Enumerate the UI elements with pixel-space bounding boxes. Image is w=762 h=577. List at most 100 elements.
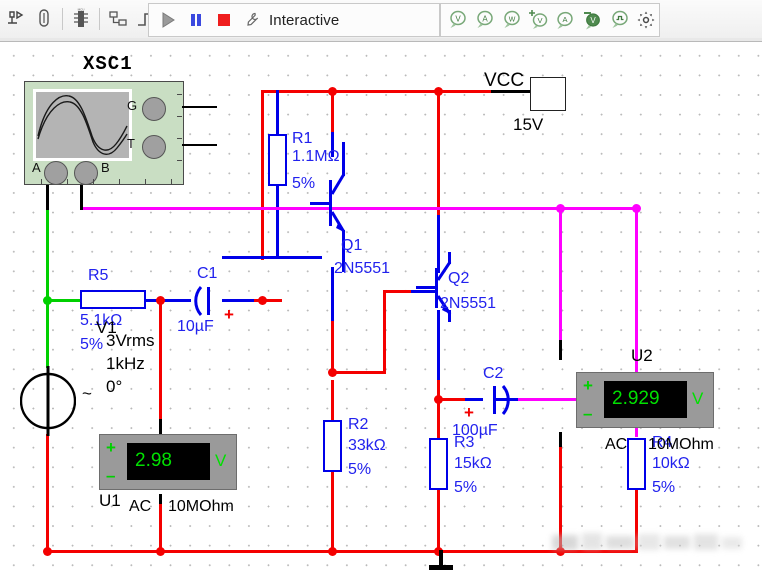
wire-vcc-drop-q2 [437, 90, 440, 215]
vcc-value-label: 15V [513, 116, 543, 134]
wire-r1-top [276, 90, 279, 136]
svg-text:V: V [456, 15, 462, 24]
schematic-canvas[interactable]: XSC1 G T A B [0, 42, 762, 577]
voltmeter-u1-value: 2.98 [135, 450, 172, 472]
voltmeter-u1-mode: AC [129, 498, 151, 515]
place-hierarchical-block-icon[interactable] [105, 4, 131, 34]
voltmeter-u2-impedance: 10MOhm [648, 436, 714, 453]
toolbar-divider [62, 8, 63, 30]
place-ic-icon[interactable]: MCU [68, 4, 94, 34]
resistor-r2-symbol[interactable] [323, 420, 342, 472]
capacitor-c2-symbol[interactable] [481, 384, 513, 416]
wire-vcc-to-r1 [261, 90, 264, 260]
resistor-r4-tolerance: 5% [652, 479, 675, 496]
resistor-r2-ref: R2 [348, 416, 368, 433]
wire-r2-to-gnd [331, 472, 334, 552]
node-source-junction [43, 296, 52, 305]
wire-q1-emitter-red [331, 321, 334, 374]
resistor-r4-symbol[interactable] [627, 438, 646, 490]
voltmeter-u1-impedance: 10MOhm [168, 498, 234, 515]
resistor-r5-ref: R5 [88, 267, 108, 284]
oscilloscope-terminal-t-label: T [127, 136, 135, 151]
place-probe-icon[interactable] [31, 4, 57, 34]
toolbar-divider-2 [99, 8, 100, 30]
node-u1-tap [156, 296, 165, 305]
capacitor-c1-value: 10µF [177, 318, 214, 335]
pause-simulation-icon[interactable] [183, 5, 209, 35]
source-v1-symbol[interactable] [20, 366, 76, 436]
oscilloscope-terminal-g[interactable] [142, 97, 166, 121]
resistor-r4-value: 10kΩ [652, 455, 690, 472]
wire-r5-to-c1 [145, 299, 191, 302]
voltmeter-u1-ref: U1 [99, 492, 121, 510]
node-q2-emitter [434, 395, 443, 404]
resistor-r3-value: 15kΩ [454, 455, 492, 472]
capacitor-c1-symbol[interactable] [191, 285, 223, 317]
resistor-r5-symbol[interactable] [80, 290, 146, 309]
place-component-icon[interactable] [3, 4, 29, 34]
node-vcc-q1 [328, 87, 337, 96]
resistor-r3-symbol[interactable] [429, 438, 448, 490]
resistor-r3-ref: R3 [454, 434, 474, 451]
wire-r1-base-join [276, 256, 279, 259]
node-vcc-q2 [434, 87, 443, 96]
probe-settings-gear-icon[interactable] [633, 5, 658, 35]
toolbar-place-group: MCU [2, 0, 160, 38]
resistor-r1-symbol[interactable] [268, 134, 287, 186]
interactive-settings-icon[interactable] [239, 5, 265, 35]
voltmeter-u2-ref: U2 [631, 347, 653, 365]
run-simulation-icon[interactable] [155, 5, 181, 35]
voltmeter-u2[interactable]: + – 2.929 V [576, 372, 714, 428]
source-v1-frequency: 1kHz [106, 355, 145, 373]
svg-text:V: V [538, 16, 543, 25]
oscilloscope-terminal-g-label: G [127, 98, 137, 113]
transistor-q1-model: 2N5551 [334, 260, 390, 277]
source-v1-amplitude: 3Vrms [106, 332, 155, 350]
wire-source-to-gnd [46, 434, 49, 552]
stop-simulation-icon[interactable] [211, 5, 237, 35]
wire-source-top [46, 300, 49, 368]
voltmeter-u2-screen: 2.929 [604, 381, 687, 418]
capacitor-c2-ref: C2 [483, 365, 503, 382]
wire-emitter-to-q2base-h [331, 371, 385, 374]
power-probe-icon[interactable]: W [499, 5, 524, 35]
wire-vcc-rail [261, 90, 491, 93]
voltmeter-u1-screen: 2.98 [127, 443, 210, 480]
oscilloscope-terminal-t[interactable] [142, 135, 166, 159]
voltmeter-u2-value: 2.929 [612, 388, 660, 410]
wire-r2-top [331, 380, 334, 422]
digital-probe-icon[interactable] [606, 5, 631, 35]
current-probe-icon[interactable]: A [472, 5, 497, 35]
wire-r3-to-gnd [437, 490, 440, 552]
voltmeter-u1[interactable]: + – 2.98 V [99, 434, 237, 490]
voltmeter-u1-plus: + [106, 439, 116, 456]
wire-u1-to-gnd [159, 504, 162, 552]
capacitor-c2-polarity: + [464, 404, 474, 421]
node-output-r4 [632, 204, 641, 213]
node-gnd-u1 [156, 547, 165, 556]
voltage-probe-icon[interactable]: V [445, 5, 470, 35]
oscilloscope-screen [33, 89, 132, 161]
transistor-q2-ref: Q2 [448, 270, 469, 287]
wire-c1-to-q1-base [222, 256, 322, 259]
node-q1-emitter [328, 368, 337, 377]
differential-voltage-probe-icon[interactable]: V [526, 5, 551, 35]
simulation-run-group: Interactive [148, 3, 440, 37]
reference-voltage-probe-icon[interactable]: V [579, 5, 604, 35]
voltmeter-u1-minus: – [106, 467, 115, 484]
wire-u2-lead-top-black [559, 340, 562, 360]
wire-scope-t-lead [182, 144, 217, 146]
wire-output-right-col [635, 207, 638, 399]
oscilloscope-terminal-b-label: B [101, 160, 110, 175]
oscilloscope-xsc1[interactable]: G T A B [24, 81, 184, 185]
differential-current-probe-icon[interactable]: A [553, 5, 578, 35]
oscilloscope-terminal-a[interactable] [44, 161, 68, 185]
vcc-source-symbol[interactable] [530, 77, 566, 111]
resistor-r5-tolerance: 5% [80, 336, 103, 353]
wire-r1-bottom [276, 185, 279, 256]
wire-scope-g-lead [182, 106, 217, 108]
resistor-r2-tolerance: 5% [348, 461, 371, 478]
oscilloscope-terminal-b[interactable] [74, 161, 98, 185]
wire-vcc-lead [491, 90, 531, 93]
ground-symbol[interactable] [428, 550, 454, 574]
